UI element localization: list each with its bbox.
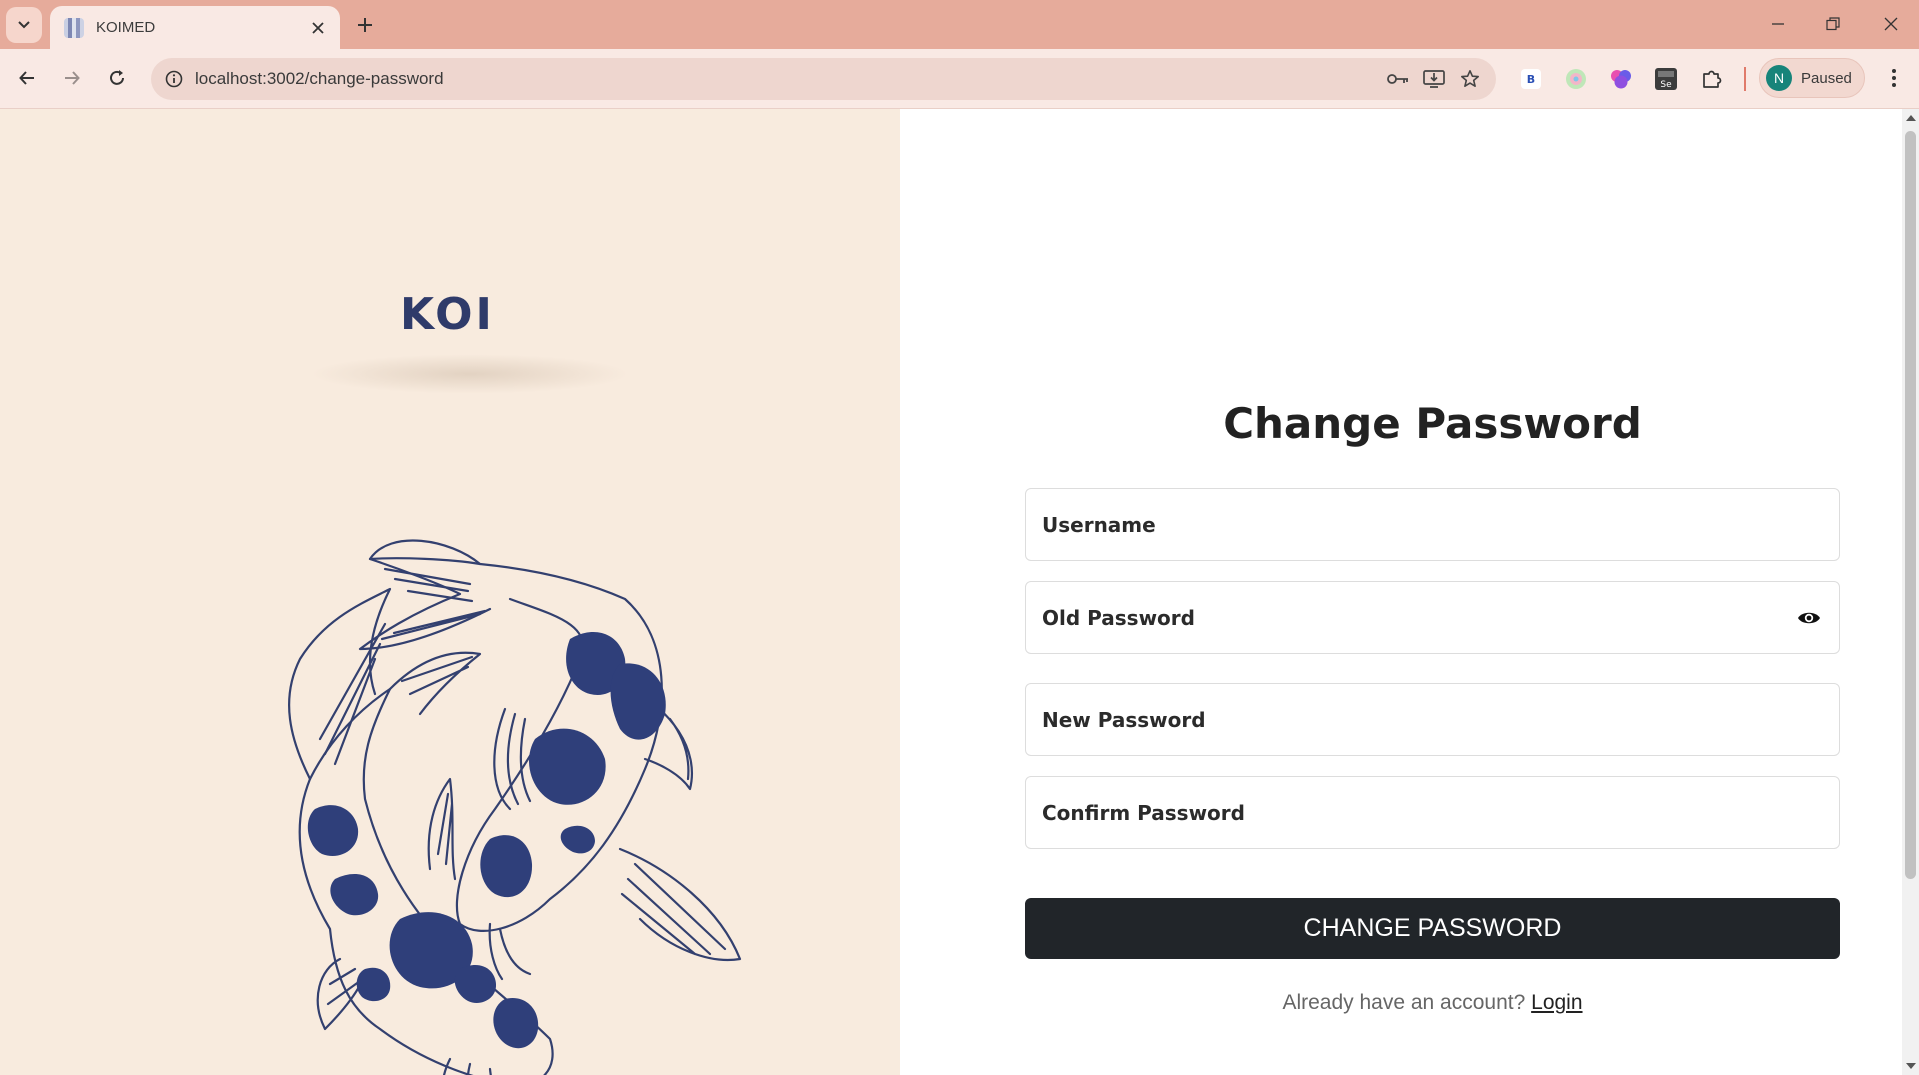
chevron-down-icon — [18, 21, 30, 29]
spiral-extension-icon[interactable] — [1559, 62, 1593, 96]
url-text[interactable]: localhost:3002/change-password — [195, 69, 1380, 89]
username-placeholder: Username — [1042, 512, 1156, 537]
plus-icon — [358, 18, 372, 32]
brand-panel: KOI — [0, 109, 900, 1075]
koi-logo: KOI — [400, 289, 495, 340]
confirm-password-field[interactable]: Confirm Password — [1025, 776, 1840, 849]
toolbar-divider — [1744, 67, 1746, 91]
page-scrollbar[interactable] — [1902, 109, 1919, 1075]
bookmark-star-icon[interactable] — [1452, 61, 1488, 97]
browser-menu-button[interactable] — [1875, 59, 1913, 97]
reload-button[interactable] — [98, 59, 136, 97]
password-key-icon[interactable] — [1380, 61, 1416, 97]
scroll-up-arrow-icon[interactable] — [1906, 115, 1916, 121]
page-viewport: KOI Change Password Username Old Passwor… — [0, 109, 1902, 1075]
svg-text:Se: Se — [1660, 80, 1672, 90]
site-info-icon[interactable] — [159, 64, 189, 94]
svg-text:B: B — [1527, 73, 1535, 86]
puzzle-icon[interactable] — [1695, 62, 1729, 96]
back-button[interactable] — [8, 59, 46, 97]
minimize-button[interactable] — [1755, 6, 1801, 42]
login-prompt-text: Already have an account? — [1282, 991, 1526, 1014]
new-password-field[interactable]: New Password — [1025, 683, 1840, 756]
se-extension-icon[interactable]: Se — [1649, 62, 1683, 96]
old-password-field[interactable]: Old Password — [1025, 581, 1840, 654]
reload-icon — [110, 70, 124, 85]
browser-toolbar: localhost:3002/change-password B Se N Pa… — [0, 49, 1919, 109]
koi-fish-illustration — [288, 539, 742, 1075]
old-password-placeholder: Old Password — [1042, 605, 1195, 630]
more-vertical-icon — [1892, 69, 1896, 87]
login-prompt: Already have an account? Login — [1025, 991, 1840, 1015]
restore-button[interactable] — [1810, 6, 1856, 42]
logo-shadow — [310, 354, 630, 394]
profile-button[interactable]: N Paused — [1759, 58, 1865, 98]
b-extension-icon[interactable]: B — [1514, 62, 1548, 96]
close-icon — [312, 21, 324, 34]
browser-tab[interactable]: KOIMED — [50, 6, 340, 49]
minimize-icon — [1772, 23, 1784, 25]
page-title: Change Password — [1223, 399, 1642, 448]
profile-status: Paused — [1801, 69, 1852, 87]
new-password-placeholder: New Password — [1042, 707, 1206, 732]
login-link[interactable]: Login — [1531, 991, 1582, 1014]
tab-title: KOIMED — [96, 19, 156, 36]
change-password-button[interactable]: CHANGE PASSWORD — [1025, 898, 1840, 959]
confirm-password-placeholder: Confirm Password — [1042, 800, 1245, 825]
scrollbar-thumb[interactable] — [1905, 131, 1916, 879]
install-app-icon[interactable] — [1416, 61, 1452, 97]
scroll-down-arrow-icon[interactable] — [1906, 1063, 1916, 1069]
arrow-right-icon — [65, 71, 80, 85]
avatar: N — [1766, 65, 1792, 91]
close-icon — [1884, 17, 1898, 31]
tab-close-button[interactable] — [304, 14, 332, 42]
restore-icon — [1826, 17, 1840, 31]
eye-icon[interactable] — [1791, 600, 1827, 636]
tab-strip: KOIMED — [0, 0, 1919, 49]
forward-button[interactable] — [53, 59, 91, 97]
address-bar[interactable]: localhost:3002/change-password — [151, 58, 1496, 100]
close-window-button[interactable] — [1868, 6, 1914, 42]
brain-extension-icon[interactable] — [1604, 62, 1638, 96]
tab-search-button[interactable] — [6, 7, 42, 43]
arrow-left-icon — [19, 71, 34, 85]
form-panel: Change Password Username Old Password Ne… — [900, 109, 1902, 1075]
username-field[interactable]: Username — [1025, 488, 1840, 561]
favicon-icon — [64, 17, 84, 38]
new-tab-button[interactable] — [350, 10, 380, 40]
